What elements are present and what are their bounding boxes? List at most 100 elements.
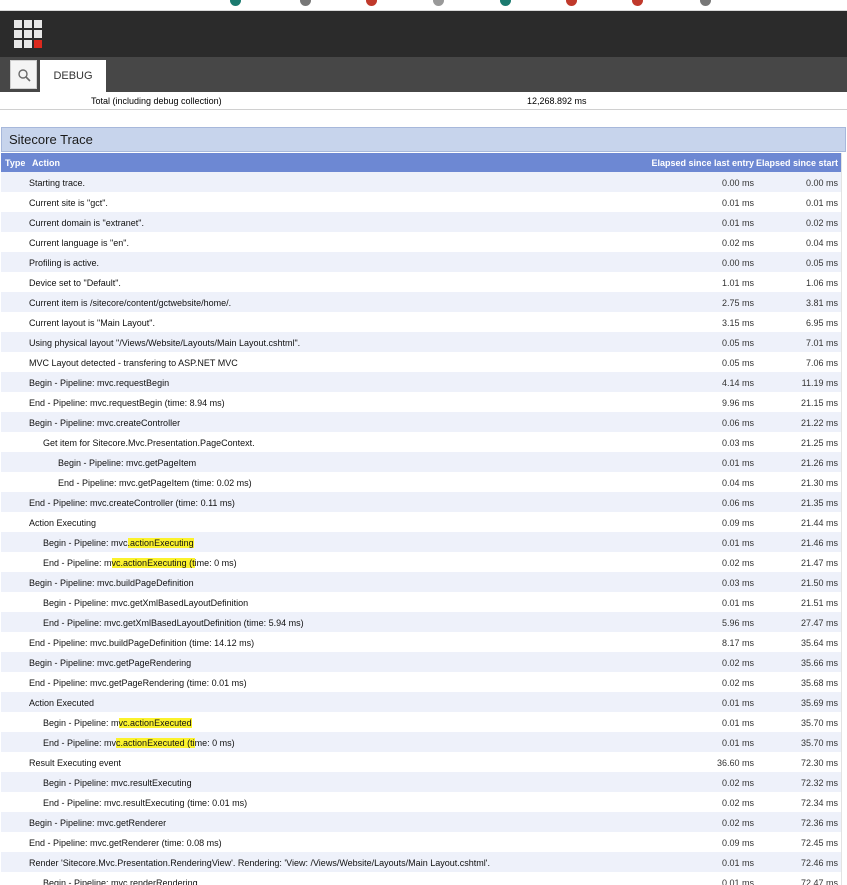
- trace-action-text: Begin - Pipeline: mvc.getRenderer: [29, 818, 166, 828]
- table-row: Begin - Pipeline: mvc.createController 0.…: [1, 412, 841, 432]
- bookmark-icon[interactable]: [230, 0, 241, 6]
- bookmark-icon[interactable]: [366, 0, 377, 6]
- highlighted-text: c.actionExecuted (ti: [116, 738, 195, 748]
- table-row: End - Pipeline: mvc.actionExecuting (tim…: [1, 552, 841, 572]
- elapsed-since-start: 21.22 ms: [800, 418, 838, 428]
- table-row: End - Pipeline: mvc.getXmlBasedLayoutDef…: [1, 612, 841, 632]
- table-row: Render 'Sitecore.Mvc.Presentation.Render…: [1, 852, 841, 872]
- table-row: Current domain is "extranet". 0.01 ms 0.02…: [1, 212, 841, 232]
- elapsed-since-start: 7.06 ms: [805, 358, 838, 368]
- elapsed-since-last: 0.09 ms: [721, 838, 754, 848]
- bookmark-icon[interactable]: [632, 0, 643, 6]
- elapsed-since-start: 72.46 ms: [800, 858, 838, 868]
- action-text-segment: Starting trace.: [29, 178, 86, 188]
- elapsed-since-last: 0.01 ms: [721, 598, 754, 608]
- elapsed-since-start: 21.35 ms: [800, 498, 838, 508]
- bookmark-icon[interactable]: [300, 0, 311, 6]
- page-scrollbar[interactable]: [841, 153, 847, 885]
- elapsed-since-last: 0.06 ms: [721, 498, 754, 508]
- bookmark-icon[interactable]: [700, 0, 711, 6]
- table-row: Current site is "gct". 0.01 ms 0.01 ms: [1, 192, 841, 212]
- table-row: End - Pipeline: mvc.actionExecuted (time…: [1, 732, 841, 752]
- elapsed-since-start: 21.46 ms: [800, 538, 838, 548]
- total-value: 12,268.892 ms: [527, 96, 587, 106]
- trace-action-text: End - Pipeline: mvc.actionExecuting (tim…: [43, 558, 237, 568]
- magnifier-icon: [18, 69, 31, 82]
- total-summary-row: Total (including debug collection) 12,26…: [0, 92, 847, 110]
- trace-action-text: Current domain is "extranet".: [29, 218, 144, 228]
- trace-action-text: End - Pipeline: mvc.buildPageDefinition …: [29, 638, 254, 648]
- elapsed-since-last: 0.02 ms: [721, 678, 754, 688]
- bookmark-icon[interactable]: [433, 0, 444, 6]
- action-text-segment: End - Pipeline: mvc.resultExecuting (tim…: [43, 798, 248, 808]
- elapsed-since-start: 72.32 ms: [800, 778, 838, 788]
- trace-action-text: Begin - Pipeline: mvc.actionExecuted: [43, 718, 192, 728]
- search-button[interactable]: [10, 60, 37, 89]
- elapsed-since-start: 35.68 ms: [800, 678, 838, 688]
- trace-action-text: End - Pipeline: mvc.createController (ti…: [29, 498, 235, 508]
- action-text-segment: Current language is "en".: [29, 238, 129, 248]
- action-text-segment: End - Pipeline: mvc.buildPageDefinition …: [29, 638, 255, 648]
- action-text-segment: Begin - Pipeline: mvc.requestBegin: [29, 378, 170, 388]
- action-text-segment: ime: 0 ms): [194, 558, 237, 568]
- action-text-segment: Begin - Pipeline: mvc.getPageRendering: [29, 658, 192, 668]
- elapsed-since-start: 7.01 ms: [805, 338, 838, 348]
- highlighted-text: .actionExecuting: [127, 538, 194, 548]
- trace-action-text: Using physical layout "/Views/Website/La…: [29, 338, 300, 348]
- elapsed-since-last: 0.09 ms: [721, 518, 754, 528]
- table-row: Current item is /sitecore/content/gctweb…: [1, 292, 841, 312]
- trace-action-text: Get item for Sitecore.Mvc.Presentation.P…: [43, 438, 255, 448]
- sitecore-top-bar: [0, 11, 847, 57]
- table-row: Begin - Pipeline: mvc.getPageItem 0.01 ms…: [1, 452, 841, 472]
- trace-action-text: Current language is "en".: [29, 238, 129, 248]
- elapsed-since-last: 0.06 ms: [721, 418, 754, 428]
- action-text-segment: End - Pipeline: mvc.getPageItem (time: 0…: [58, 478, 252, 488]
- bookmark-icon[interactable]: [500, 0, 511, 6]
- action-text-segment: Begin - Pipeline: mvc.buildPageDefinitio…: [29, 578, 194, 588]
- action-text-segment: Device set to "Default".: [29, 278, 121, 288]
- trace-action-text: Profiling is active.: [29, 258, 99, 268]
- action-text-segment: Begin - Pipeline: mvc.getXmlBasedLayoutD…: [43, 598, 249, 608]
- action-text-segment: Result Executing event: [29, 758, 122, 768]
- elapsed-since-last: 0.02 ms: [721, 558, 754, 568]
- table-row: End - Pipeline: mvc.requestBegin (time: …: [1, 392, 841, 412]
- trace-action-text: Action Executing: [29, 518, 96, 528]
- table-row: Begin - Pipeline: mvc.actionExecuted 0.0…: [1, 712, 841, 732]
- table-row: Begin - Pipeline: mvc.getRenderer 0.02 ms…: [1, 812, 841, 832]
- trace-action-text: End - Pipeline: mvc.requestBegin (time: …: [29, 398, 225, 408]
- action-text-segment: End - Pipeline: m: [43, 558, 112, 568]
- elapsed-since-last: 0.01 ms: [721, 198, 754, 208]
- bookmark-icon[interactable]: [566, 0, 577, 6]
- elapsed-since-start: 35.70 ms: [800, 718, 838, 728]
- elapsed-since-start: 1.06 ms: [805, 278, 838, 288]
- elapsed-since-start: 72.34 ms: [800, 798, 838, 808]
- trace-action-text: End - Pipeline: mvc.getRenderer (time: 0…: [29, 838, 222, 848]
- total-label: Total (including debug collection): [91, 96, 222, 106]
- elapsed-since-last: 2.75 ms: [721, 298, 754, 308]
- elapsed-since-last: 0.05 ms: [721, 358, 754, 368]
- action-text-segment: MVC Layout detected - transfering to ASP…: [29, 358, 238, 368]
- trace-action-text: Current site is "gct".: [29, 198, 108, 208]
- table-row: Action Executed 0.01 ms 35.69 ms: [1, 692, 841, 712]
- highlighted-text: vc.actionExecuted: [118, 718, 192, 728]
- trace-table-header: Type Action Elapsed since last entry Ela…: [1, 153, 841, 172]
- elapsed-since-start: 11.19 ms: [801, 378, 838, 388]
- table-row: Current layout is "Main Layout". 3.15 ms 6…: [1, 312, 841, 332]
- table-row: Begin - Pipeline: mvc.renderRendering 0.0…: [1, 872, 841, 885]
- table-row: MVC Layout detected - transfering to ASP…: [1, 352, 841, 372]
- table-row: Current language is "en". 0.02 ms 0.04 ms: [1, 232, 841, 252]
- action-text-segment: Current domain is "extranet".: [29, 218, 144, 228]
- action-text-segment: End - Pipeline: mvc.requestBegin (time: …: [29, 398, 225, 408]
- browser-toolbar-strip: [0, 0, 847, 11]
- trace-action-text: Current item is /sitecore/content/gctweb…: [29, 298, 231, 308]
- tab-debug[interactable]: DEBUG: [40, 60, 106, 92]
- column-header-type: Type: [5, 158, 26, 168]
- elapsed-since-start: 21.26 ms: [800, 458, 838, 468]
- launchpad-grid-icon[interactable]: [14, 20, 42, 48]
- elapsed-since-start: 35.64 ms: [800, 638, 838, 648]
- action-text-segment: Current item is /sitecore/content/gctweb…: [29, 298, 232, 308]
- table-row: End - Pipeline: mvc.getRenderer (time: 0…: [1, 832, 841, 852]
- elapsed-since-last: 0.03 ms: [721, 578, 754, 588]
- action-text-segment: Begin - Pipeline: mvc.getPageItem: [58, 458, 197, 468]
- action-text-segment: Current site is "gct".: [29, 198, 108, 208]
